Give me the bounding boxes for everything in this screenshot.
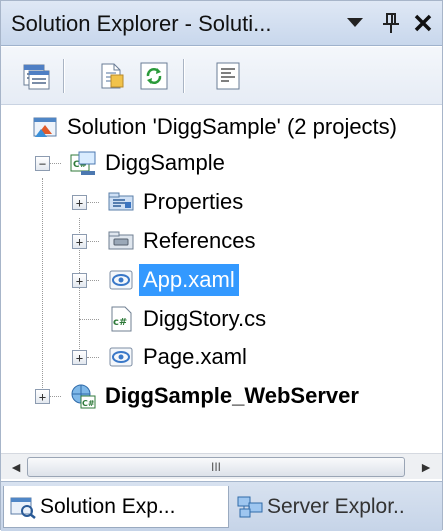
references-folder-icon [108,231,134,250]
expand-toggle[interactable]: + [72,234,87,249]
tree-connector [79,319,99,320]
tab-solution-explorer-label: Solution Exp... [40,494,176,518]
tree-item-solution[interactable]: Solution 'DiggSample' (2 projects) [31,108,401,146]
grip-icon: III [210,460,221,474]
page-xaml-label: Page.xaml [143,344,247,369]
svg-text:C#: C# [82,399,95,408]
scroll-left-button[interactable]: ◄ [5,456,27,478]
view-code-icon[interactable] [213,61,243,91]
csharp-file-icon: c# [111,306,132,332]
close-icon [414,14,432,32]
tree-item-diggstory-cs[interactable]: c# DiggStory.cs [107,300,270,338]
expand-toggle[interactable]: + [72,350,87,365]
tree-connector [87,280,99,281]
xaml-file-icon [109,270,133,290]
properties-folder-icon [108,192,134,211]
panel-title: Solution Explorer - Soluti... [11,11,272,36]
expand-toggle[interactable]: + [72,273,87,288]
expand-toggle[interactable]: + [35,389,50,404]
solution-label: Solution 'DiggSample' (2 projects) [67,114,397,139]
tree-item-web-project[interactable]: C# DiggSample_WebServer [69,377,363,415]
diggstory-label: DiggStory.cs [143,306,267,331]
solution-explorer-panel: Solution Explorer - Soluti... Solution '… [0,0,443,531]
tree-item-project[interactable]: C# DiggSample [69,144,229,182]
svg-text:c#: c# [113,317,127,328]
chevron-down-icon [347,18,363,27]
title-bar: Solution Explorer - Soluti... [1,1,442,46]
tree-connector [87,241,99,242]
tree-item-app-xaml[interactable]: App.xaml [107,261,239,299]
xaml-file-icon [109,347,133,367]
tree-connector [49,396,61,397]
close-button[interactable] [407,7,439,39]
tab-server-explorer-label: Server Explor.. [267,495,405,518]
solution-explorer-icon [10,497,36,519]
web-project-icon: C# [71,384,96,409]
tree-item-page-xaml[interactable]: Page.xaml [107,338,251,376]
show-all-files-icon[interactable] [97,61,127,91]
references-label: References [143,228,256,253]
toolbar [1,47,442,105]
toolbar-separator [183,59,185,93]
tab-server-explorer[interactable]: Server Explor.. [231,486,439,528]
project-label: DiggSample [105,150,225,175]
arrow-left-icon: ◄ [9,459,23,475]
tab-solution-explorer[interactable]: Solution Exp... [3,486,229,528]
tree-connector [42,178,43,390]
scroll-thumb[interactable]: III [27,457,405,477]
auto-hide-pin-button[interactable] [375,7,407,39]
tool-window-tabs: Solution Exp... Server Explor.. [1,481,442,531]
window-position-dropdown-button[interactable] [339,7,371,39]
scroll-right-button[interactable]: ► [415,456,437,478]
server-explorer-icon [237,496,263,518]
collapse-toggle[interactable]: − [35,156,50,171]
tree-connector [49,163,61,164]
arrow-right-icon: ► [419,459,433,475]
properties-label: Properties [143,189,244,214]
toolbar-separator [63,59,65,93]
app-xaml-label: App.xaml [139,264,239,296]
web-project-label: DiggSample_WebServer [105,383,359,408]
solution-icon [33,117,57,137]
expand-toggle[interactable]: + [72,195,87,210]
tree-connector [87,202,99,203]
pin-icon [383,13,399,33]
refresh-icon[interactable] [139,61,169,91]
tree-item-references[interactable]: References [107,222,260,260]
solution-tree: Solution 'DiggSample' (2 projects) − C# … [1,106,442,451]
horizontal-scrollbar[interactable]: ◄ III ► [1,453,442,479]
properties-icon[interactable] [21,61,51,91]
csharp-project-icon: C# [70,151,96,175]
tree-item-properties[interactable]: Properties [107,183,247,221]
tree-connector [87,357,99,358]
